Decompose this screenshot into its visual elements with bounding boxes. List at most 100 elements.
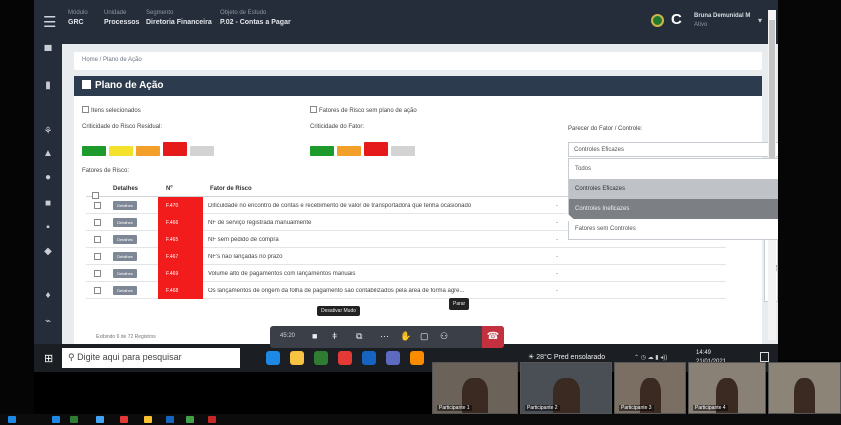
menu-icon[interactable]: ☰ bbox=[43, 13, 56, 31]
table-row[interactable]: Detalhes F.467 NF's não lançadas no prazo - bbox=[86, 248, 726, 265]
details-button[interactable]: Detalhes bbox=[113, 252, 137, 261]
app-icon[interactable] bbox=[186, 416, 194, 423]
more-icon[interactable]: ⋯ bbox=[380, 331, 389, 342]
breadcrumb-text[interactable]: Home / Plano de Ação bbox=[82, 57, 142, 63]
video-tile[interactable]: Participante 2 bbox=[520, 362, 612, 414]
select-value: Controles Eficazes bbox=[574, 147, 625, 153]
crumb-segment[interactable]: Segmento Diretoria Financeira bbox=[146, 9, 212, 27]
risk-status: - bbox=[556, 271, 558, 277]
teams-icon[interactable] bbox=[386, 351, 400, 365]
row-checkbox[interactable] bbox=[94, 219, 101, 226]
excel-icon[interactable] bbox=[314, 351, 328, 365]
video-tile[interactable]: Participante 4 bbox=[688, 362, 766, 414]
app-icon[interactable] bbox=[120, 416, 128, 423]
filter-gray[interactable] bbox=[190, 146, 214, 156]
app-icon[interactable] bbox=[96, 416, 104, 423]
users-icon[interactable]: ● bbox=[43, 172, 53, 183]
crumb-object[interactable]: Objeto de Estudo P.02 - Contas a Pagar bbox=[220, 9, 291, 27]
factor-filter-green[interactable] bbox=[310, 146, 334, 156]
app-icon[interactable] bbox=[166, 416, 174, 423]
control-opinion-select[interactable]: Controles Eficazes⌄ bbox=[568, 142, 778, 157]
table-row[interactable]: Detalhes F.468 Os lançamentos de origem da… bbox=[86, 282, 726, 299]
windows-logo-icon[interactable]: ⊞ bbox=[44, 352, 53, 365]
checkbox[interactable] bbox=[82, 106, 89, 113]
risk-text: NF sem pedido de compra bbox=[208, 237, 279, 243]
edge-icon[interactable] bbox=[266, 351, 280, 365]
pin-icon[interactable]: ♦ bbox=[43, 290, 53, 301]
factor-filter-gray[interactable] bbox=[391, 146, 415, 156]
checkbox[interactable] bbox=[310, 106, 317, 113]
crumb-unit[interactable]: Unidade Processos bbox=[104, 9, 139, 27]
records-count: Exibindo 6 de 72 Registros bbox=[96, 334, 156, 340]
system-tray[interactable]: ⌃ ◷ ☁ ▮ ◂)) bbox=[634, 354, 667, 361]
lock-icon[interactable]: ▲ bbox=[43, 148, 53, 159]
camera-icon[interactable]: ■ bbox=[312, 331, 317, 341]
video-tile[interactable]: Participante 3 bbox=[614, 362, 686, 414]
table-row[interactable]: Detalhes F.469 Volume alto de pagamentos c… bbox=[86, 265, 726, 282]
option-no-controls[interactable]: Fatores sem Controles bbox=[569, 219, 778, 239]
user-avatar[interactable]: C bbox=[671, 11, 682, 28]
factor-filter-red[interactable] bbox=[364, 142, 388, 156]
mic-icon[interactable]: ǂ bbox=[332, 331, 337, 341]
crumb-caption: Unidade bbox=[104, 10, 127, 16]
row-checkbox[interactable] bbox=[94, 253, 101, 260]
risk-number: F.470 bbox=[158, 197, 203, 214]
app-icon[interactable] bbox=[52, 416, 60, 423]
chart-icon[interactable]: ⌁ bbox=[43, 316, 53, 327]
row-checkbox[interactable] bbox=[94, 202, 101, 209]
app-icon[interactable] bbox=[144, 416, 152, 423]
chevron-down-icon[interactable]: ▾ bbox=[758, 16, 762, 25]
hand-icon[interactable]: ✋ bbox=[400, 331, 411, 342]
details-button[interactable]: Detalhes bbox=[113, 235, 137, 244]
row-checkbox[interactable] bbox=[94, 236, 101, 243]
no-plan-check[interactable]: Fatores de Risco sem plano de ação bbox=[310, 106, 417, 114]
details-button[interactable]: Detalhes bbox=[113, 269, 137, 278]
meeting-toolbar: 45:20 ■ ǂ ⧉ ⋯ ✋ ▢ ⚇ ☎ bbox=[270, 326, 504, 348]
outlook-icon[interactable] bbox=[362, 351, 376, 365]
explorer-icon[interactable] bbox=[290, 351, 304, 365]
filter-orange[interactable] bbox=[136, 146, 160, 156]
header-number: Nº bbox=[166, 186, 173, 192]
app-icon[interactable] bbox=[410, 351, 424, 365]
video-tile[interactable]: Participante 1 bbox=[432, 362, 518, 414]
participants-icon[interactable]: ⚇ bbox=[440, 331, 448, 342]
weather-widget[interactable]: ☀ 28°C Pred ensolarado bbox=[528, 353, 605, 361]
risk-status: - bbox=[556, 288, 558, 294]
end-call-button[interactable]: ☎ bbox=[482, 326, 504, 348]
filter-red[interactable] bbox=[163, 142, 187, 156]
breadcrumb: Home / Plano de Ação bbox=[74, 52, 762, 70]
filter-green[interactable] bbox=[82, 146, 106, 156]
option-ineffective[interactable]: Controles Ineficazes bbox=[569, 199, 778, 219]
crumb-module[interactable]: Módulo GRC bbox=[68, 9, 88, 27]
details-button[interactable]: Detalhes bbox=[113, 286, 137, 295]
factor-filter-orange[interactable] bbox=[337, 146, 361, 156]
org-chart-icon[interactable]: ⚘ bbox=[43, 126, 53, 137]
search-input[interactable]: ⚲ Digite aqui para pesquisar bbox=[62, 348, 240, 368]
app-icon[interactable] bbox=[208, 416, 216, 423]
crumb-value: Processos bbox=[104, 19, 140, 26]
pin-icon[interactable]: ▀ bbox=[43, 46, 53, 57]
app-icon[interactable] bbox=[70, 416, 78, 423]
video-tile-self[interactable] bbox=[768, 362, 841, 414]
share-screen-icon[interactable]: ⧉ bbox=[356, 331, 362, 342]
row-checkbox[interactable] bbox=[94, 270, 101, 277]
chat-icon[interactable]: ▢ bbox=[420, 331, 429, 342]
grid-icon[interactable]: ▪ bbox=[43, 222, 53, 233]
location-icon[interactable]: ◆ bbox=[43, 246, 53, 257]
chrome-icon[interactable] bbox=[338, 351, 352, 365]
selected-items-check[interactable]: Itens selecionados bbox=[82, 106, 141, 114]
participant-name: Participante 2 bbox=[525, 405, 560, 411]
file-icon[interactable]: ■ bbox=[43, 198, 53, 209]
filter-yellow[interactable] bbox=[109, 146, 133, 156]
details-button[interactable]: Detalhes bbox=[113, 218, 137, 227]
option-all[interactable]: Todos bbox=[569, 159, 778, 179]
notification-icon[interactable] bbox=[760, 352, 769, 362]
row-checkbox[interactable] bbox=[94, 287, 101, 294]
option-effective[interactable]: Controles Eficazes bbox=[569, 179, 778, 199]
details-button[interactable]: Detalhes bbox=[113, 201, 137, 210]
document-icon[interactable]: ▮ bbox=[43, 80, 53, 91]
host-taskbar bbox=[0, 414, 841, 425]
risk-number: F.466 bbox=[158, 214, 203, 231]
windows-icon[interactable] bbox=[8, 416, 16, 423]
user-info[interactable]: Bruna Demunidal M Ativo bbox=[694, 12, 750, 30]
